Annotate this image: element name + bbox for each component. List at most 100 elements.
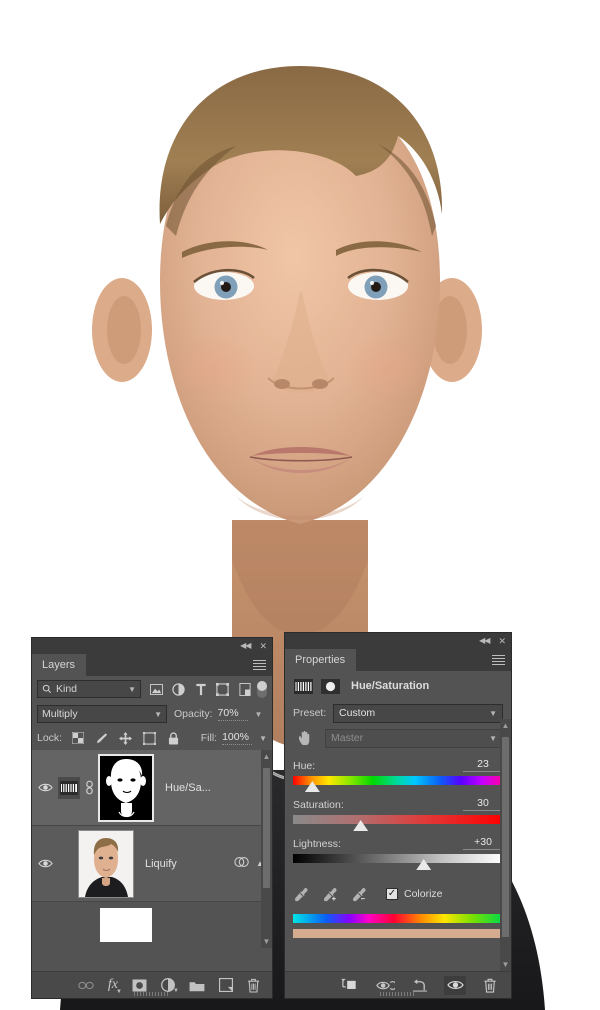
panel-resize-grip[interactable] [134, 992, 170, 996]
hue-saturation-adjustment-icon [293, 677, 313, 695]
properties-header: Hue/Saturation [285, 671, 511, 701]
chevron-down-icon: ▼ [173, 988, 179, 994]
kind-filter-select[interactable]: Kind ▼ [37, 680, 141, 698]
properties-title: Hue/Saturation [351, 680, 429, 692]
link-layers-icon[interactable] [78, 981, 94, 990]
chevron-down-icon[interactable]: ▼ [259, 734, 267, 743]
lock-row: Lock: [32, 726, 272, 750]
chevron-up-icon[interactable]: ▲ [502, 719, 510, 732]
eyedropper-subtract-icon[interactable] [351, 886, 367, 902]
photo-thumbnail[interactable] [78, 830, 134, 898]
hamburger-menu-icon[interactable] [492, 655, 505, 665]
tab-properties[interactable]: Properties [285, 649, 357, 671]
colorize-checkbox[interactable]: ✓ [386, 888, 398, 900]
saturation-gradient-bar [293, 815, 503, 824]
pixel-layer-filter-icon[interactable] [150, 683, 163, 696]
delete-layer-icon[interactable] [247, 978, 260, 993]
channel-select[interactable]: Master ▼ [325, 729, 503, 748]
table-row[interactable]: Liquify ▲ [32, 826, 272, 902]
collapse-icon[interactable]: ◀◀ [240, 642, 250, 650]
delete-adjustment-icon[interactable] [479, 976, 501, 995]
saturation-value[interactable]: 30 [463, 797, 503, 811]
saturation-slider-track[interactable] [293, 815, 503, 824]
type-layer-filter-icon[interactable] [194, 683, 207, 696]
fill-label: Fill: [201, 732, 217, 744]
close-icon[interactable]: ✕ [498, 637, 506, 646]
blend-mode-select[interactable]: Multiply ▼ [37, 705, 167, 723]
new-adjustment-layer-icon[interactable]: ▼ [161, 978, 175, 992]
eyedropper-icon[interactable] [293, 886, 309, 902]
scrollbar-thumb[interactable] [263, 768, 270, 888]
chevron-down-icon[interactable]: ▼ [263, 935, 271, 948]
clip-to-layer-icon[interactable] [339, 976, 361, 995]
colorize-label: Colorize [404, 888, 443, 900]
toggle-layer-visibility-icon[interactable] [444, 976, 466, 995]
eyedropper-row: ✓ Colorize [293, 879, 503, 909]
hue-saturation-adjustment-icon[interactable] [58, 777, 80, 799]
channel-value: Master [331, 732, 363, 744]
lightness-slider-track[interactable] [293, 854, 503, 863]
lock-transparency-icon[interactable] [71, 732, 84, 745]
on-image-adjustment-hand-icon[interactable] [293, 730, 317, 746]
scrollbar-thumb[interactable] [502, 737, 509, 937]
smart-filter-row[interactable] [32, 902, 272, 948]
new-group-icon[interactable] [189, 979, 205, 992]
result-color-bar [293, 929, 503, 938]
hue-slider-block: Hue: 23 [293, 758, 503, 785]
lightness-value[interactable]: +30 [463, 836, 503, 850]
opacity-label: Opacity: [174, 708, 213, 720]
hue-spectrum-bar [293, 776, 503, 785]
smart-object-filter-icon[interactable] [238, 683, 251, 696]
hue-label: Hue: [293, 760, 315, 772]
eye-icon[interactable] [32, 858, 58, 869]
add-layer-mask-icon[interactable] [132, 979, 147, 992]
search-icon [42, 684, 52, 694]
hue-slider-track[interactable] [293, 776, 503, 785]
tab-layers[interactable]: Layers [32, 654, 87, 676]
smart-filters-icon[interactable] [234, 855, 250, 873]
filter-type-icons [150, 683, 251, 696]
filter-enable-toggle[interactable] [257, 681, 267, 698]
chevron-up-icon[interactable]: ▲ [263, 750, 271, 763]
properties-tab-row: Properties [285, 649, 511, 671]
lightness-slider-head: Lightness: +30 [293, 836, 503, 850]
hamburger-menu-icon[interactable] [253, 660, 266, 670]
layer-name: Liquify [145, 858, 234, 870]
lock-position-icon[interactable] [119, 732, 132, 745]
blend-mode-row: Multiply ▼ Opacity: 70% ▼ [32, 702, 272, 726]
lock-label: Lock: [37, 732, 62, 744]
lock-image-pixels-icon[interactable] [95, 732, 108, 745]
fill-value[interactable]: 100% [222, 731, 252, 745]
layer-filter-row: Kind ▼ [32, 676, 272, 702]
layer-mask-thumbnail[interactable] [98, 754, 154, 822]
eye-icon[interactable] [32, 782, 58, 793]
layers-panel: ◀◀ ✕ Layers Kind ▼ [32, 638, 272, 998]
shape-layer-filter-icon[interactable] [216, 683, 229, 696]
properties-body: Preset: Custom ▼ Master ▼ Hue: [285, 701, 511, 938]
preset-select[interactable]: Custom ▼ [333, 704, 503, 723]
panel-resize-grip[interactable] [380, 992, 416, 996]
colorize-control[interactable]: ✓ Colorize [386, 888, 443, 900]
chevron-down-icon: ▼ [154, 710, 162, 719]
saturation-label: Saturation: [293, 799, 344, 811]
preset-row: Preset: Custom ▼ [293, 701, 503, 725]
layers-panel-titlebar: ◀◀ ✕ [32, 638, 272, 654]
close-icon[interactable]: ✕ [259, 642, 267, 651]
channel-row: Master ▼ [293, 725, 503, 751]
white-filter-mask-thumbnail[interactable] [100, 908, 152, 942]
table-row[interactable]: Hue/Sa... [32, 750, 272, 826]
chevron-down-icon[interactable]: ▼ [255, 710, 263, 719]
opacity-value[interactable]: 70% [218, 707, 248, 721]
eyedropper-add-icon[interactable] [322, 886, 338, 902]
saturation-slider-head: Saturation: 30 [293, 797, 503, 811]
lock-artboard-icon[interactable] [143, 732, 156, 745]
chevron-down-icon[interactable]: ▼ [502, 958, 510, 971]
properties-panel: ◀◀ ✕ Properties Hue/Saturation Preset: C… [285, 633, 511, 998]
adjustment-layer-filter-icon[interactable] [172, 683, 185, 696]
collapse-icon[interactable]: ◀◀ [479, 637, 489, 645]
hue-value[interactable]: 23 [463, 758, 503, 772]
lock-all-icon[interactable] [167, 732, 180, 745]
link-mask-icon[interactable] [80, 780, 98, 795]
add-layer-style-fx-icon[interactable]: fx ▼ [108, 977, 118, 993]
new-layer-icon[interactable] [219, 978, 233, 992]
